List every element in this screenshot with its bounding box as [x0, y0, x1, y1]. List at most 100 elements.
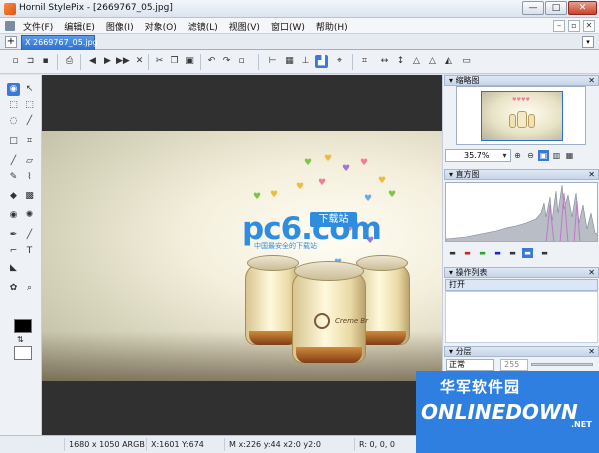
- app-menu-icon[interactable]: [5, 21, 15, 31]
- brush-icon[interactable]: ╱: [7, 155, 20, 168]
- close-panel-icon[interactable]: ✕: [588, 170, 595, 179]
- selection-status: M x:226 y:44 x2:0 y2:0: [224, 438, 354, 451]
- history-item-open[interactable]: 打开: [445, 279, 598, 291]
- opacity-input[interactable]: 255: [500, 359, 528, 371]
- navigator-thumbnail[interactable]: ♥♥♥♥: [456, 86, 586, 145]
- menu-help[interactable]: 帮助(H): [315, 20, 349, 33]
- gradient-icon[interactable]: ▩: [23, 190, 36, 203]
- cut-icon[interactable]: ✂: [153, 55, 166, 68]
- crop-rect-icon[interactable]: □: [7, 135, 20, 148]
- flip-v-icon[interactable]: ↕: [394, 55, 407, 68]
- eye-icon[interactable]: ◉: [7, 83, 20, 96]
- menu-view[interactable]: 视图(V): [228, 20, 261, 33]
- menu-file[interactable]: 文件(F): [22, 20, 54, 33]
- crop-icon[interactable]: ⌗: [23, 135, 36, 148]
- redeye-icon[interactable]: ◉: [7, 209, 20, 222]
- print-icon[interactable]: ⎙: [63, 55, 76, 68]
- image-size-icon[interactable]: ◭: [442, 55, 455, 68]
- move-arrow-icon[interactable]: ↖: [23, 83, 36, 96]
- fill-icon[interactable]: ◆: [7, 190, 20, 203]
- canvas-icon[interactable]: ▟: [315, 55, 328, 68]
- redo-icon[interactable]: ↷: [220, 55, 233, 68]
- close-panel-icon[interactable]: ✕: [588, 347, 595, 356]
- lasso-rect-icon[interactable]: ⬚: [7, 99, 20, 112]
- document-tab[interactable]: X 2669767_05.jpg: [21, 35, 98, 50]
- tab-menu-button[interactable]: ▾: [582, 36, 594, 48]
- fit-icon[interactable]: ⌗: [358, 55, 371, 68]
- rotate-icon[interactable]: ⊥: [299, 55, 312, 68]
- close-icon[interactable]: ✕: [133, 55, 146, 68]
- rect-select-icon[interactable]: ⬚: [23, 99, 36, 112]
- lasso-icon[interactable]: ◌: [7, 115, 20, 128]
- paste-icon[interactable]: ▣: [183, 55, 196, 68]
- save-icon[interactable]: ▪: [39, 55, 52, 68]
- new-tab-button[interactable]: +: [5, 36, 17, 48]
- fit-window-icon[interactable]: ▣: [538, 150, 549, 161]
- channel-luma-icon[interactable]: ▬: [507, 248, 518, 258]
- zoom-icon[interactable]: ⌕: [23, 282, 36, 295]
- minimize-button[interactable]: —: [522, 1, 544, 15]
- next-icon[interactable]: ▶▶: [116, 55, 130, 68]
- foreground-color-swatch[interactable]: [14, 319, 32, 333]
- fullscreen-icon[interactable]: ▦: [564, 150, 575, 161]
- close-panel-icon[interactable]: ✕: [588, 268, 595, 277]
- close-window-button[interactable]: ✕: [568, 1, 597, 15]
- maximize-button[interactable]: □: [545, 1, 567, 15]
- undo-icon[interactable]: ↶: [205, 55, 218, 68]
- pencil-icon[interactable]: ✎: [7, 171, 20, 184]
- navigator-viewport[interactable]: ♥♥♥♥: [481, 91, 563, 141]
- color-icon[interactable]: ✿: [7, 282, 20, 295]
- history-panel-header[interactable]: ▾ 操作列表 ✕: [444, 267, 599, 278]
- menu-object[interactable]: 对象(O): [144, 20, 178, 33]
- grid-icon[interactable]: ▦: [283, 55, 296, 68]
- copy-icon[interactable]: ❐: [168, 55, 181, 68]
- channel-blue-icon[interactable]: ▬: [492, 248, 503, 258]
- menu-window[interactable]: 窗口(W): [270, 20, 306, 33]
- channel-rgb-icon[interactable]: ▬: [447, 248, 458, 258]
- swap-colors-icon[interactable]: ⇅: [17, 335, 24, 344]
- zoom-in-icon[interactable]: ⊕: [512, 150, 523, 161]
- rotate-ccw-icon[interactable]: △: [410, 55, 423, 68]
- first-icon[interactable]: ◀: [86, 55, 99, 68]
- canvas-area[interactable]: ♥ ♥ ♥ ♥ ♥ ♥ ♥ ♥ ♥ ♥ ♥ ♥ ♥ ♥ ♥ pc6.com 下载…: [42, 75, 442, 435]
- pen-icon[interactable]: ✒: [7, 229, 20, 242]
- flip-h-icon[interactable]: ↔: [378, 55, 391, 68]
- mdi-minimize-button[interactable]: –: [553, 20, 565, 32]
- channel-green-icon[interactable]: ▬: [477, 248, 488, 258]
- background-color-swatch[interactable]: [14, 346, 32, 360]
- menu-filter[interactable]: 滤镜(L): [187, 20, 219, 33]
- dropper-icon[interactable]: ◣: [7, 262, 20, 275]
- actual-size-icon[interactable]: ▥: [551, 150, 562, 161]
- navigator-panel-header[interactable]: ▾ 缩略图 ✕: [444, 75, 599, 86]
- prev-icon[interactable]: ▶: [101, 55, 114, 68]
- mdi-restore-button[interactable]: ▫: [568, 20, 580, 32]
- text-icon[interactable]: T: [23, 245, 36, 258]
- rotate-cw-icon[interactable]: △: [426, 55, 439, 68]
- zoom-dropdown-icon[interactable]: ▾: [499, 150, 510, 161]
- magic-wand-icon[interactable]: ╱: [23, 115, 36, 128]
- opacity-slider[interactable]: [531, 363, 593, 366]
- align-left-icon[interactable]: ⊢: [266, 55, 279, 68]
- clone-icon[interactable]: ⌇: [23, 171, 36, 184]
- new-icon[interactable]: ▫: [9, 55, 22, 68]
- shape-icon[interactable]: ⌐: [7, 245, 20, 258]
- blend-mode-select[interactable]: 正常: [446, 359, 494, 371]
- menu-image[interactable]: 图像(I): [105, 20, 135, 33]
- histogram-panel-header[interactable]: ▾ 直方图 ✕: [444, 169, 599, 180]
- close-panel-icon[interactable]: ✕: [588, 76, 595, 85]
- canvas-size-icon[interactable]: ▭: [460, 55, 473, 68]
- zoom-out-icon[interactable]: ⊖: [525, 150, 536, 161]
- menu-edit[interactable]: 编辑(E): [63, 20, 96, 33]
- eraser-icon[interactable]: ▱: [23, 155, 36, 168]
- open-icon[interactable]: ⊐: [24, 55, 37, 68]
- delete-icon[interactable]: ▫: [235, 55, 248, 68]
- channel-red-icon[interactable]: ▬: [462, 248, 473, 258]
- line-icon[interactable]: ╱: [23, 229, 36, 242]
- channel-all-icon[interactable]: ▬: [522, 248, 533, 258]
- layers-panel-header[interactable]: ▾ 分层 ✕: [444, 346, 599, 357]
- mdi-close-button[interactable]: ✕: [583, 20, 595, 32]
- blur-icon[interactable]: ✺: [23, 209, 36, 222]
- heart-decoration: ♥: [318, 178, 327, 188]
- histogram-refresh-icon[interactable]: ▬: [539, 248, 550, 258]
- crop-icon[interactable]: ⌖: [333, 55, 346, 68]
